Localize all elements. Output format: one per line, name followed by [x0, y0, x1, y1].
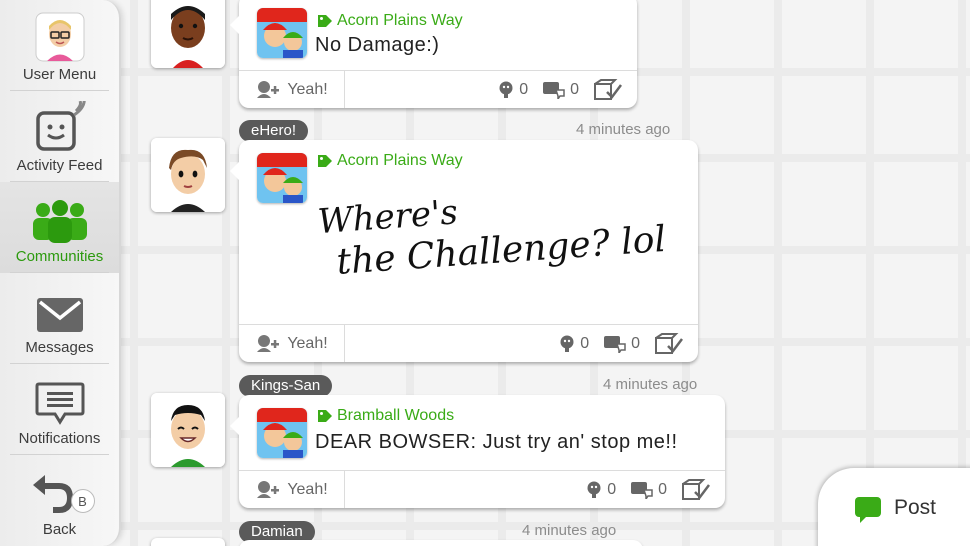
sidebar-item-label: Messages: [25, 339, 94, 356]
post-stats: 0 0: [558, 332, 698, 355]
tag-icon: [318, 410, 332, 422]
yeah-plus-icon: [257, 80, 280, 98]
mii-avatar-dark-icon: [151, 0, 225, 68]
tag-icon: [318, 15, 332, 27]
empathy-count: 0: [519, 80, 529, 98]
community-name: Acorn Plains Way: [337, 152, 463, 169]
post-card[interactable]: Bramball Woods DEAR BOWSER: Just try an'…: [230, 395, 725, 508]
speech-bubble-icon: [855, 497, 881, 523]
b-button-icon: B: [70, 489, 95, 513]
sidebar-item-user-menu[interactable]: User Menu: [0, 0, 119, 91]
post-time: 4 minutes ago: [603, 376, 698, 393]
post-card[interactable]: [239, 540, 643, 546]
empathy-count: 0: [607, 480, 617, 498]
game-icon: [257, 8, 307, 58]
back-arrow-icon: [32, 475, 73, 513]
sidebar-item-notifications[interactable]: Notifications: [0, 364, 119, 455]
yeah-button[interactable]: Yeah!: [239, 471, 345, 508]
post-text: DEAR BOWSER: Just try an' stop me!!: [315, 431, 678, 453]
activity-feed-icon: [35, 101, 86, 151]
empathy-stat: 0: [497, 81, 528, 99]
reply-stat: 0: [542, 81, 579, 99]
post-stats: 0 0: [497, 78, 637, 101]
mii-avatar-brown-hair-icon: [151, 138, 225, 212]
handwritten-drawing: Where's the Challenge? lol: [316, 178, 667, 286]
game-icon: [257, 408, 307, 458]
avatar[interactable]: [151, 0, 225, 68]
mario-game-icon: [257, 153, 307, 203]
sidebar-item-label: Communities: [15, 248, 104, 265]
post-footer: Yeah! 0 0: [239, 70, 637, 108]
game-icon: [257, 153, 307, 203]
user-mii-icon: [35, 12, 84, 62]
community-name: Bramball Woods: [337, 407, 455, 424]
yeah-button[interactable]: Yeah!: [239, 325, 345, 362]
back-key-label: B: [78, 493, 87, 509]
yeah-label: Yeah!: [287, 480, 328, 498]
envelope-icon: [36, 298, 83, 332]
played-check-icon: [655, 332, 683, 354]
reply-count: 0: [658, 480, 667, 498]
played-check-icon: [594, 78, 622, 100]
reply-stat: 0: [603, 335, 640, 353]
username-tag[interactable]: Kings-San: [239, 375, 333, 397]
mario-game-icon: [257, 408, 307, 458]
notifications-icon: [35, 382, 84, 425]
sidebar-item-back[interactable]: B Back: [0, 455, 119, 546]
empathy-stat: 0: [585, 481, 616, 499]
mii-avatar-smiling-icon: [151, 393, 225, 467]
sidebar-item-label: Activity Feed: [16, 157, 103, 174]
reply-count: 0: [570, 80, 579, 98]
empathy-count: 0: [580, 334, 590, 352]
sidebar-item-label: User Menu: [22, 66, 97, 83]
community-link[interactable]: Acorn Plains Way: [317, 12, 463, 30]
reply-icon: [604, 335, 626, 353]
post-button[interactable]: Post: [818, 468, 970, 546]
community-name: Acorn Plains Way: [337, 12, 463, 29]
username-tag[interactable]: eHero!: [239, 120, 309, 142]
sidebar-item-activity-feed[interactable]: Activity Feed: [0, 91, 119, 182]
post-card[interactable]: Acorn Plains Way No Damage:) Yeah! 0 0: [230, 0, 637, 108]
post-button-label: Post: [894, 496, 937, 519]
sidebar-item-messages[interactable]: Messages: [0, 273, 119, 364]
mario-game-icon: [257, 8, 307, 58]
post-stats: 0 0: [585, 478, 725, 501]
sidebar-item-label: Notifications: [18, 430, 101, 447]
post-text: No Damage:): [315, 34, 440, 56]
yeah-plus-icon: [257, 334, 280, 352]
sidebar-item-label: Back: [42, 521, 77, 538]
post-time: 4 minutes ago: [522, 522, 617, 539]
played-check-icon: [682, 478, 710, 500]
reply-stat: 0: [630, 481, 667, 499]
post-footer: Yeah! 0 0: [239, 324, 698, 362]
community-link[interactable]: Acorn Plains Way: [317, 152, 463, 170]
sidebar-item-communities[interactable]: Communities: [0, 182, 119, 273]
avatar[interactable]: [151, 393, 225, 467]
post-time: 4 minutes ago: [576, 121, 671, 138]
empathy-icon: [499, 81, 513, 98]
avatar[interactable]: [151, 138, 225, 212]
reply-count: 0: [631, 334, 640, 352]
yeah-plus-icon: [257, 480, 280, 498]
empathy-stat: 0: [558, 335, 589, 353]
yeah-label: Yeah!: [287, 80, 328, 98]
reply-icon: [631, 481, 653, 499]
empathy-icon: [560, 335, 574, 352]
post-footer: Yeah! 0 0: [239, 470, 725, 508]
communities-icon: [32, 200, 87, 243]
empathy-icon: [587, 481, 601, 498]
post-card[interactable]: Acorn Plains Way Where's the Challenge? …: [230, 140, 698, 362]
community-link[interactable]: Bramball Woods: [317, 407, 454, 425]
yeah-button[interactable]: Yeah!: [239, 71, 345, 108]
yeah-label: Yeah!: [287, 334, 328, 352]
reply-icon: [543, 81, 565, 99]
tag-icon: [318, 155, 332, 167]
sidebar: User Menu Activity Feed Communities Mess…: [0, 0, 121, 546]
avatar[interactable]: [151, 538, 225, 546]
